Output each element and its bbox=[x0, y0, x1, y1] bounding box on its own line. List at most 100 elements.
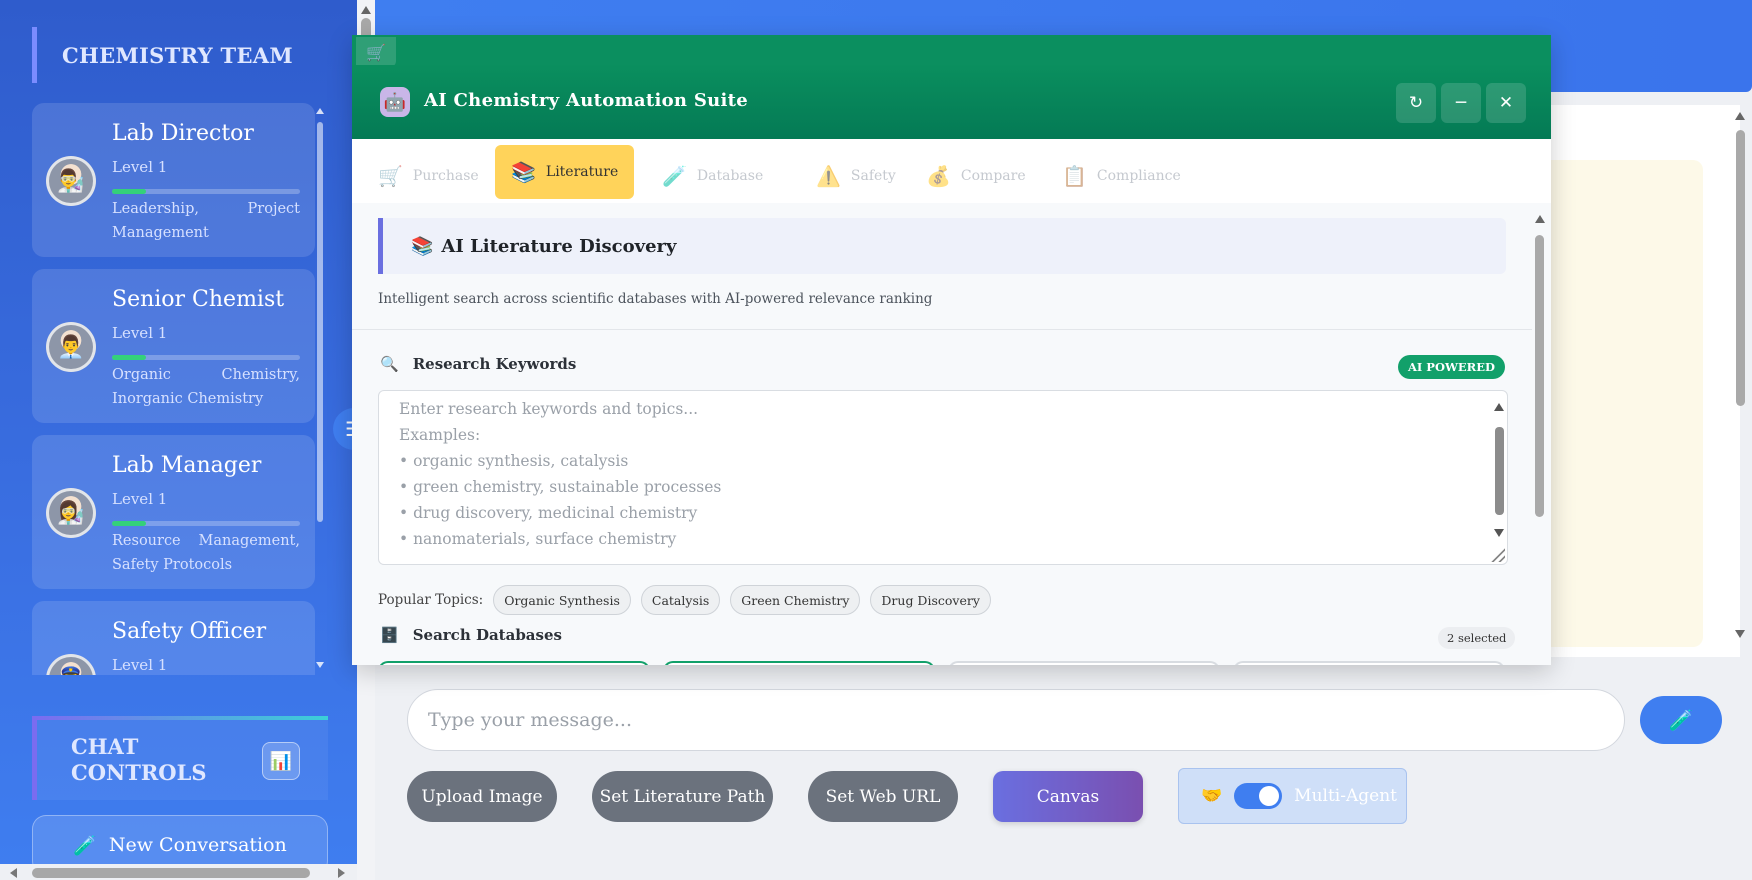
scroll-right-arrow-icon[interactable] bbox=[338, 868, 345, 878]
tab-database[interactable]: 🧪 Database bbox=[646, 149, 779, 203]
tab-compare[interactable]: 💰 Compare bbox=[910, 149, 1042, 203]
refresh-button[interactable]: ↻ bbox=[1396, 83, 1436, 123]
ai-powered-badge: AI POWERED bbox=[1398, 355, 1505, 379]
minimize-button[interactable]: ─ bbox=[1441, 83, 1481, 123]
window-top-strip: 🛒 bbox=[352, 35, 1551, 67]
books-icon: 📚 bbox=[411, 235, 434, 257]
scrollbar-thumb[interactable] bbox=[317, 122, 323, 522]
keywords-label-row: 🔍 Research Keywords bbox=[380, 355, 576, 373]
scrollbar-thumb[interactable] bbox=[1495, 427, 1504, 515]
scroll-up-arrow-icon[interactable] bbox=[361, 6, 371, 14]
scrollbar-thumb[interactable] bbox=[1736, 130, 1745, 406]
team-list-scrollbar[interactable] bbox=[316, 108, 324, 668]
member-progress-fill bbox=[112, 521, 146, 526]
multi-agent-label: Multi-Agent bbox=[1294, 786, 1397, 806]
topic-chip-organic-synthesis[interactable]: Organic Synthesis bbox=[493, 585, 631, 615]
set-web-url-button[interactable]: Set Web URL bbox=[808, 771, 958, 822]
section-description: Intelligent search across scientific dat… bbox=[378, 291, 933, 307]
multi-agent-toggle[interactable]: 🤝 Multi-Agent bbox=[1178, 768, 1407, 824]
scroll-up-arrow-icon[interactable] bbox=[316, 108, 324, 114]
member-skills: Organic Chemistry, Inorganic Chemistry bbox=[112, 367, 300, 407]
keywords-textarea[interactable] bbox=[379, 391, 1479, 564]
tab-label: Database bbox=[696, 168, 764, 184]
topic-chip-green-chemistry[interactable]: Green Chemistry bbox=[730, 585, 861, 615]
member-card-lab-manager[interactable]: 👩‍🔬 Lab Manager Level 1 Resource Managem… bbox=[32, 435, 315, 589]
sidebar-horizontal-scrollbar[interactable] bbox=[0, 864, 357, 880]
keywords-box bbox=[378, 390, 1508, 565]
chat-controls-title: CHAT CONTROLS bbox=[71, 734, 207, 785]
member-level: Level 1 bbox=[112, 656, 168, 674]
warning-icon: ⚠️ bbox=[816, 164, 841, 188]
section-title: AI Literature Discovery bbox=[441, 235, 677, 257]
scrollbar-thumb[interactable] bbox=[32, 868, 310, 878]
member-level: Level 1 bbox=[112, 158, 168, 176]
tab-literature[interactable]: 📚 Literature bbox=[495, 145, 635, 199]
chat-scrollbar[interactable] bbox=[1733, 108, 1747, 638]
member-progress-fill bbox=[112, 189, 146, 194]
databases-label: Search Databases bbox=[412, 626, 562, 644]
database-card[interactable] bbox=[948, 661, 1220, 665]
member-card-senior-chemist[interactable]: 👨‍💼 Senior Chemist Level 1 Organic Chemi… bbox=[32, 269, 315, 423]
test-tube-icon: 🧪 bbox=[73, 834, 97, 857]
multi-agent-switch[interactable] bbox=[1234, 783, 1283, 809]
member-progress-bar bbox=[112, 189, 300, 194]
panel-scrollbar[interactable] bbox=[1533, 211, 1547, 661]
set-literature-path-button[interactable]: Set Literature Path bbox=[592, 771, 773, 822]
scrollbar-thumb[interactable] bbox=[1535, 235, 1544, 517]
scroll-down-arrow-icon[interactable] bbox=[316, 662, 324, 668]
upload-image-button[interactable]: Upload Image bbox=[407, 771, 557, 822]
scroll-up-arrow-icon[interactable] bbox=[1535, 215, 1545, 223]
team-title: CHEMISTRY TEAM bbox=[32, 27, 322, 83]
member-name: Senior Chemist bbox=[112, 287, 285, 312]
scroll-up-arrow-icon[interactable] bbox=[1494, 403, 1504, 411]
member-progress-bar bbox=[112, 521, 300, 526]
scroll-down-arrow-icon[interactable] bbox=[1494, 529, 1504, 537]
new-conversation-label: New Conversation bbox=[108, 834, 287, 856]
keywords-label: Research Keywords bbox=[412, 355, 577, 373]
member-card-safety-officer[interactable]: 👮 Safety Officer Level 1 bbox=[32, 601, 315, 675]
database-card[interactable] bbox=[1233, 661, 1505, 665]
database-card[interactable] bbox=[663, 661, 935, 665]
window-title: AI Chemistry Automation Suite bbox=[424, 90, 749, 111]
member-name: Lab Director bbox=[112, 121, 254, 146]
keywords-scrollbar[interactable] bbox=[1493, 399, 1505, 549]
scroll-up-arrow-icon[interactable] bbox=[1735, 112, 1745, 120]
message-input[interactable] bbox=[407, 689, 1625, 751]
member-card-lab-director[interactable]: 👨‍🔬 Lab Director Level 1 Leadership, Pro… bbox=[32, 103, 315, 257]
member-name: Lab Manager bbox=[112, 453, 262, 478]
cart-icon: 🛒 bbox=[378, 164, 403, 188]
scroll-down-arrow-icon[interactable] bbox=[1735, 630, 1745, 638]
tab-label: Compliance bbox=[1096, 168, 1181, 184]
section-header: 📚 AI Literature Discovery bbox=[378, 218, 1506, 274]
member-level: Level 1 bbox=[112, 324, 168, 342]
send-icon: 🧪 bbox=[1668, 708, 1694, 732]
handshake-icon: 🤝 bbox=[1201, 786, 1223, 806]
books-icon: 📚 bbox=[511, 160, 536, 184]
tab-compliance[interactable]: 📋 Compliance bbox=[1046, 149, 1197, 203]
chat-controls-panel: CHAT CONTROLS 📊 bbox=[32, 716, 328, 800]
close-button[interactable]: ✕ bbox=[1486, 83, 1526, 123]
member-progress-fill bbox=[112, 355, 146, 360]
tab-label: Safety bbox=[850, 168, 896, 184]
stats-chart-button[interactable]: 📊 bbox=[262, 742, 300, 780]
database-card[interactable] bbox=[378, 661, 650, 665]
manager-avatar-icon: 👩‍🔬 bbox=[46, 488, 96, 538]
window-header: 🤖 AI Chemistry Automation Suite ↻ ─ ✕ bbox=[352, 65, 1551, 139]
popular-topics-label: Popular Topics: bbox=[378, 592, 484, 608]
automation-suite-window: 🛒 🤖 AI Chemistry Automation Suite ↻ ─ ✕ … bbox=[352, 35, 1551, 665]
money-bag-icon: 💰 bbox=[926, 164, 951, 188]
resize-handle-icon[interactable] bbox=[1491, 548, 1505, 562]
officer-avatar-icon: 👮 bbox=[46, 654, 96, 675]
send-button[interactable]: 🧪 bbox=[1640, 696, 1722, 744]
member-level: Level 1 bbox=[112, 490, 168, 508]
tab-safety[interactable]: ⚠️ Safety bbox=[800, 149, 912, 203]
cart-icon[interactable]: 🛒 bbox=[356, 37, 396, 67]
canvas-button[interactable]: Canvas bbox=[993, 771, 1143, 822]
robot-icon: 🤖 bbox=[380, 87, 410, 117]
topic-chip-drug-discovery[interactable]: Drug Discovery bbox=[870, 585, 991, 615]
scroll-left-arrow-icon[interactable] bbox=[10, 868, 17, 878]
tab-purchase[interactable]: 🛒 Purchase bbox=[362, 149, 495, 203]
tab-label: Compare bbox=[960, 168, 1026, 184]
literature-panel: 📚 AI Literature Discovery Intelligent se… bbox=[352, 203, 1532, 665]
topic-chip-catalysis[interactable]: Catalysis bbox=[640, 585, 721, 615]
